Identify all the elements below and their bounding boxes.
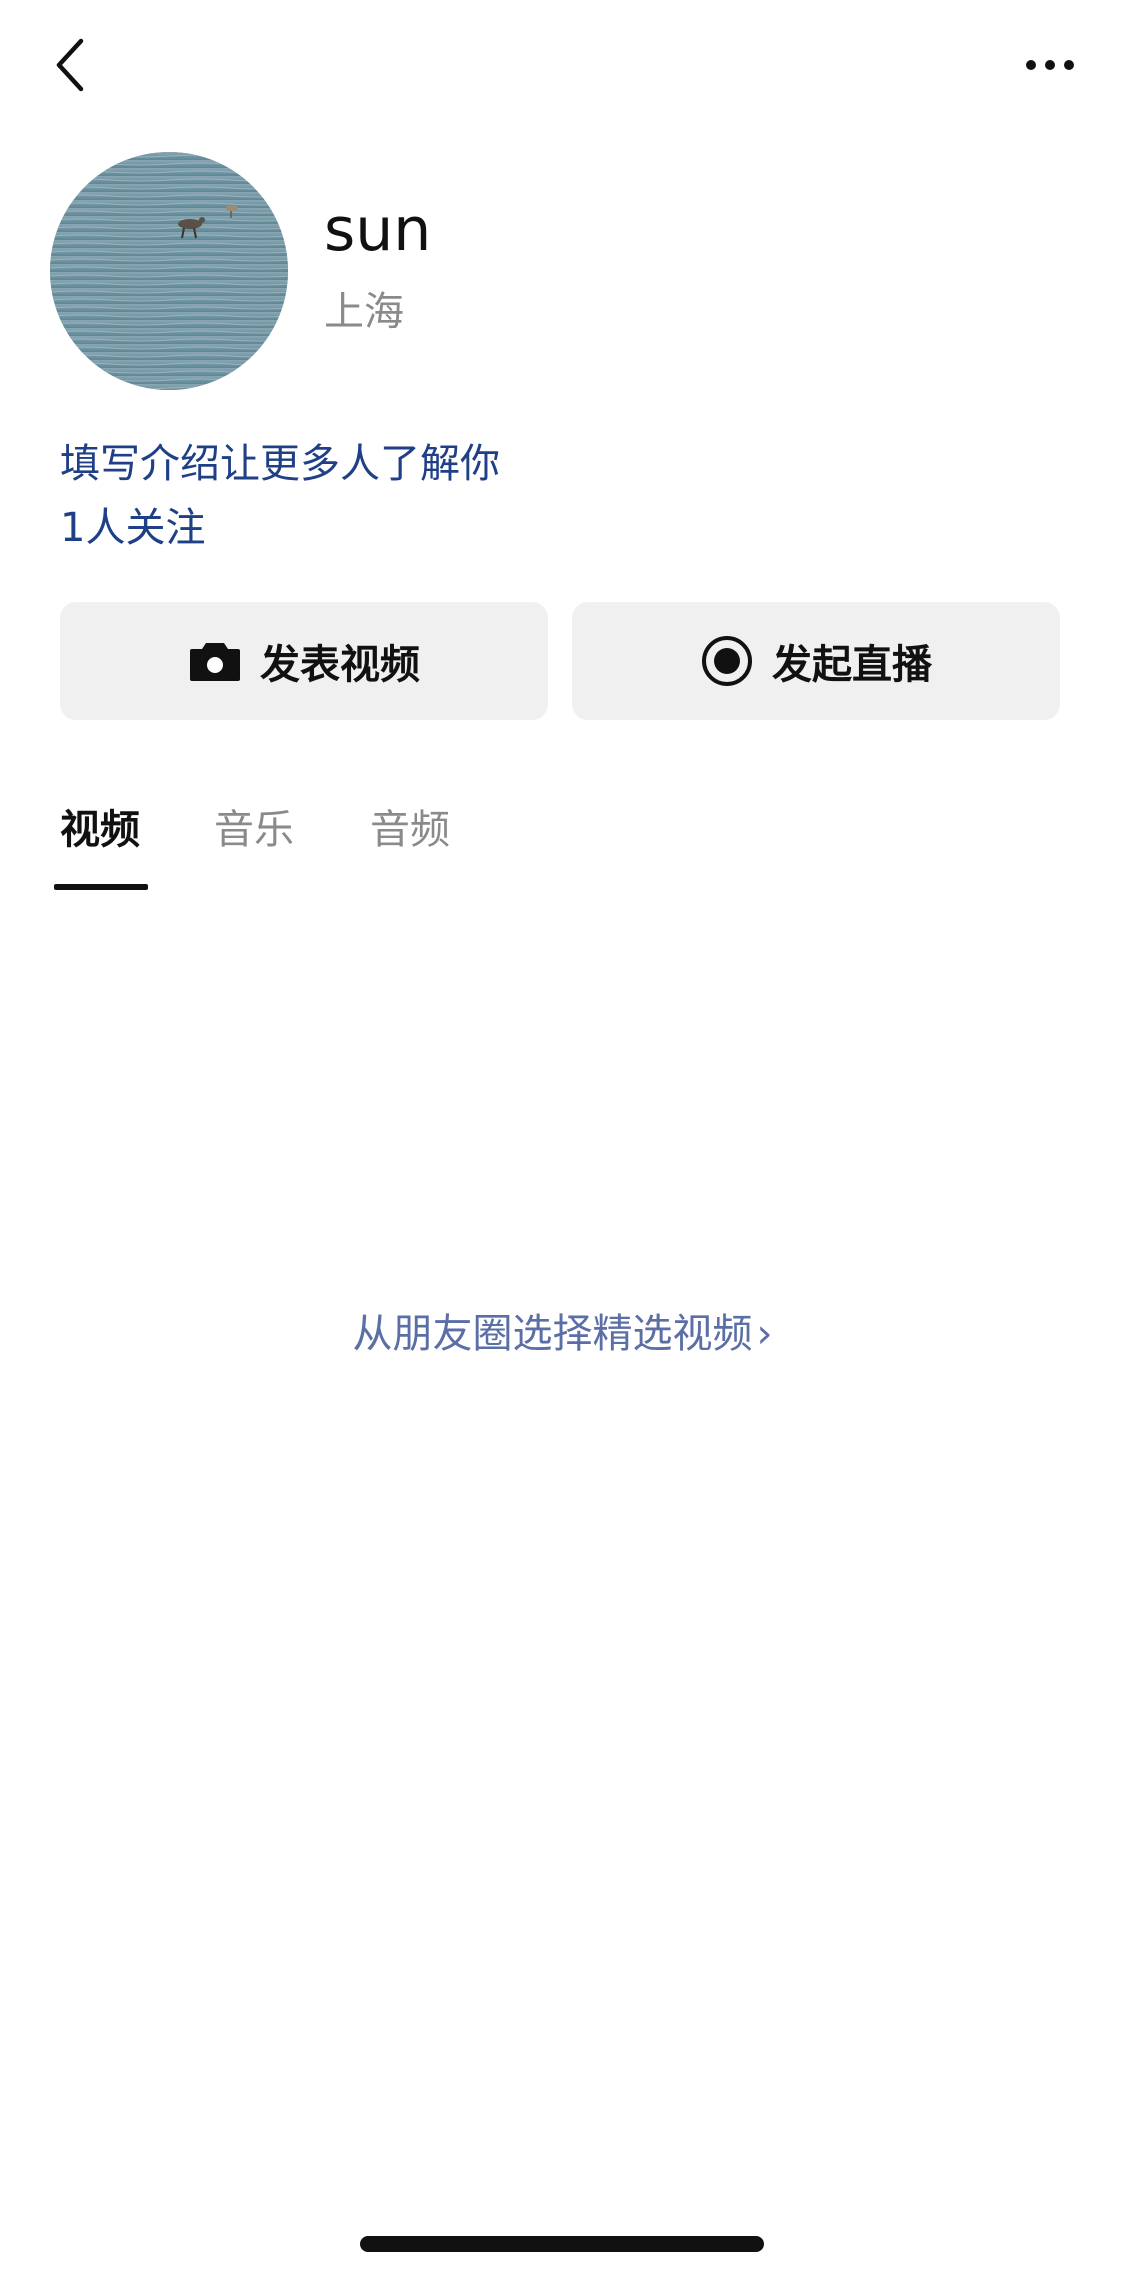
back-button[interactable]: [40, 30, 100, 100]
tab-video[interactable]: 视频: [60, 810, 140, 850]
content-tabs: 视频 音乐 音频: [0, 810, 1125, 890]
live-record-icon: [700, 634, 754, 688]
profile-name: sun: [324, 195, 432, 265]
camera-icon: [188, 634, 242, 688]
profile-page: sun 上海 填写介绍让更多人了解你 1人关注 发表视频 发起直播 视频 音乐 …: [0, 0, 1125, 2284]
tab-music[interactable]: 音乐: [214, 810, 294, 850]
tab-audio[interactable]: 音频: [370, 810, 450, 850]
followers-count-link[interactable]: 1人关注: [60, 508, 205, 548]
avatar[interactable]: [50, 152, 288, 390]
select-featured-video-label: 从朋友圈选择精选视频: [352, 1311, 753, 1357]
profile-location: 上海: [324, 289, 404, 335]
start-live-button[interactable]: 发起直播: [572, 602, 1060, 720]
avatar-image: [50, 152, 288, 390]
more-horizontal-icon: [1026, 60, 1074, 70]
active-tab-indicator: [54, 884, 148, 890]
start-live-label: 发起直播: [772, 642, 932, 688]
more-button[interactable]: [1015, 40, 1085, 90]
chevron-left-icon: [56, 38, 84, 92]
post-video-button[interactable]: 发表视频: [60, 602, 548, 720]
chevron-right-icon: ›: [756, 1311, 773, 1357]
edit-intro-link[interactable]: 填写介绍让更多人了解你: [60, 444, 500, 484]
home-indicator: [360, 2236, 764, 2252]
post-video-label: 发表视频: [260, 642, 420, 688]
select-featured-video-link[interactable]: 从朋友圈选择精选视频 ›: [0, 1314, 1125, 1354]
